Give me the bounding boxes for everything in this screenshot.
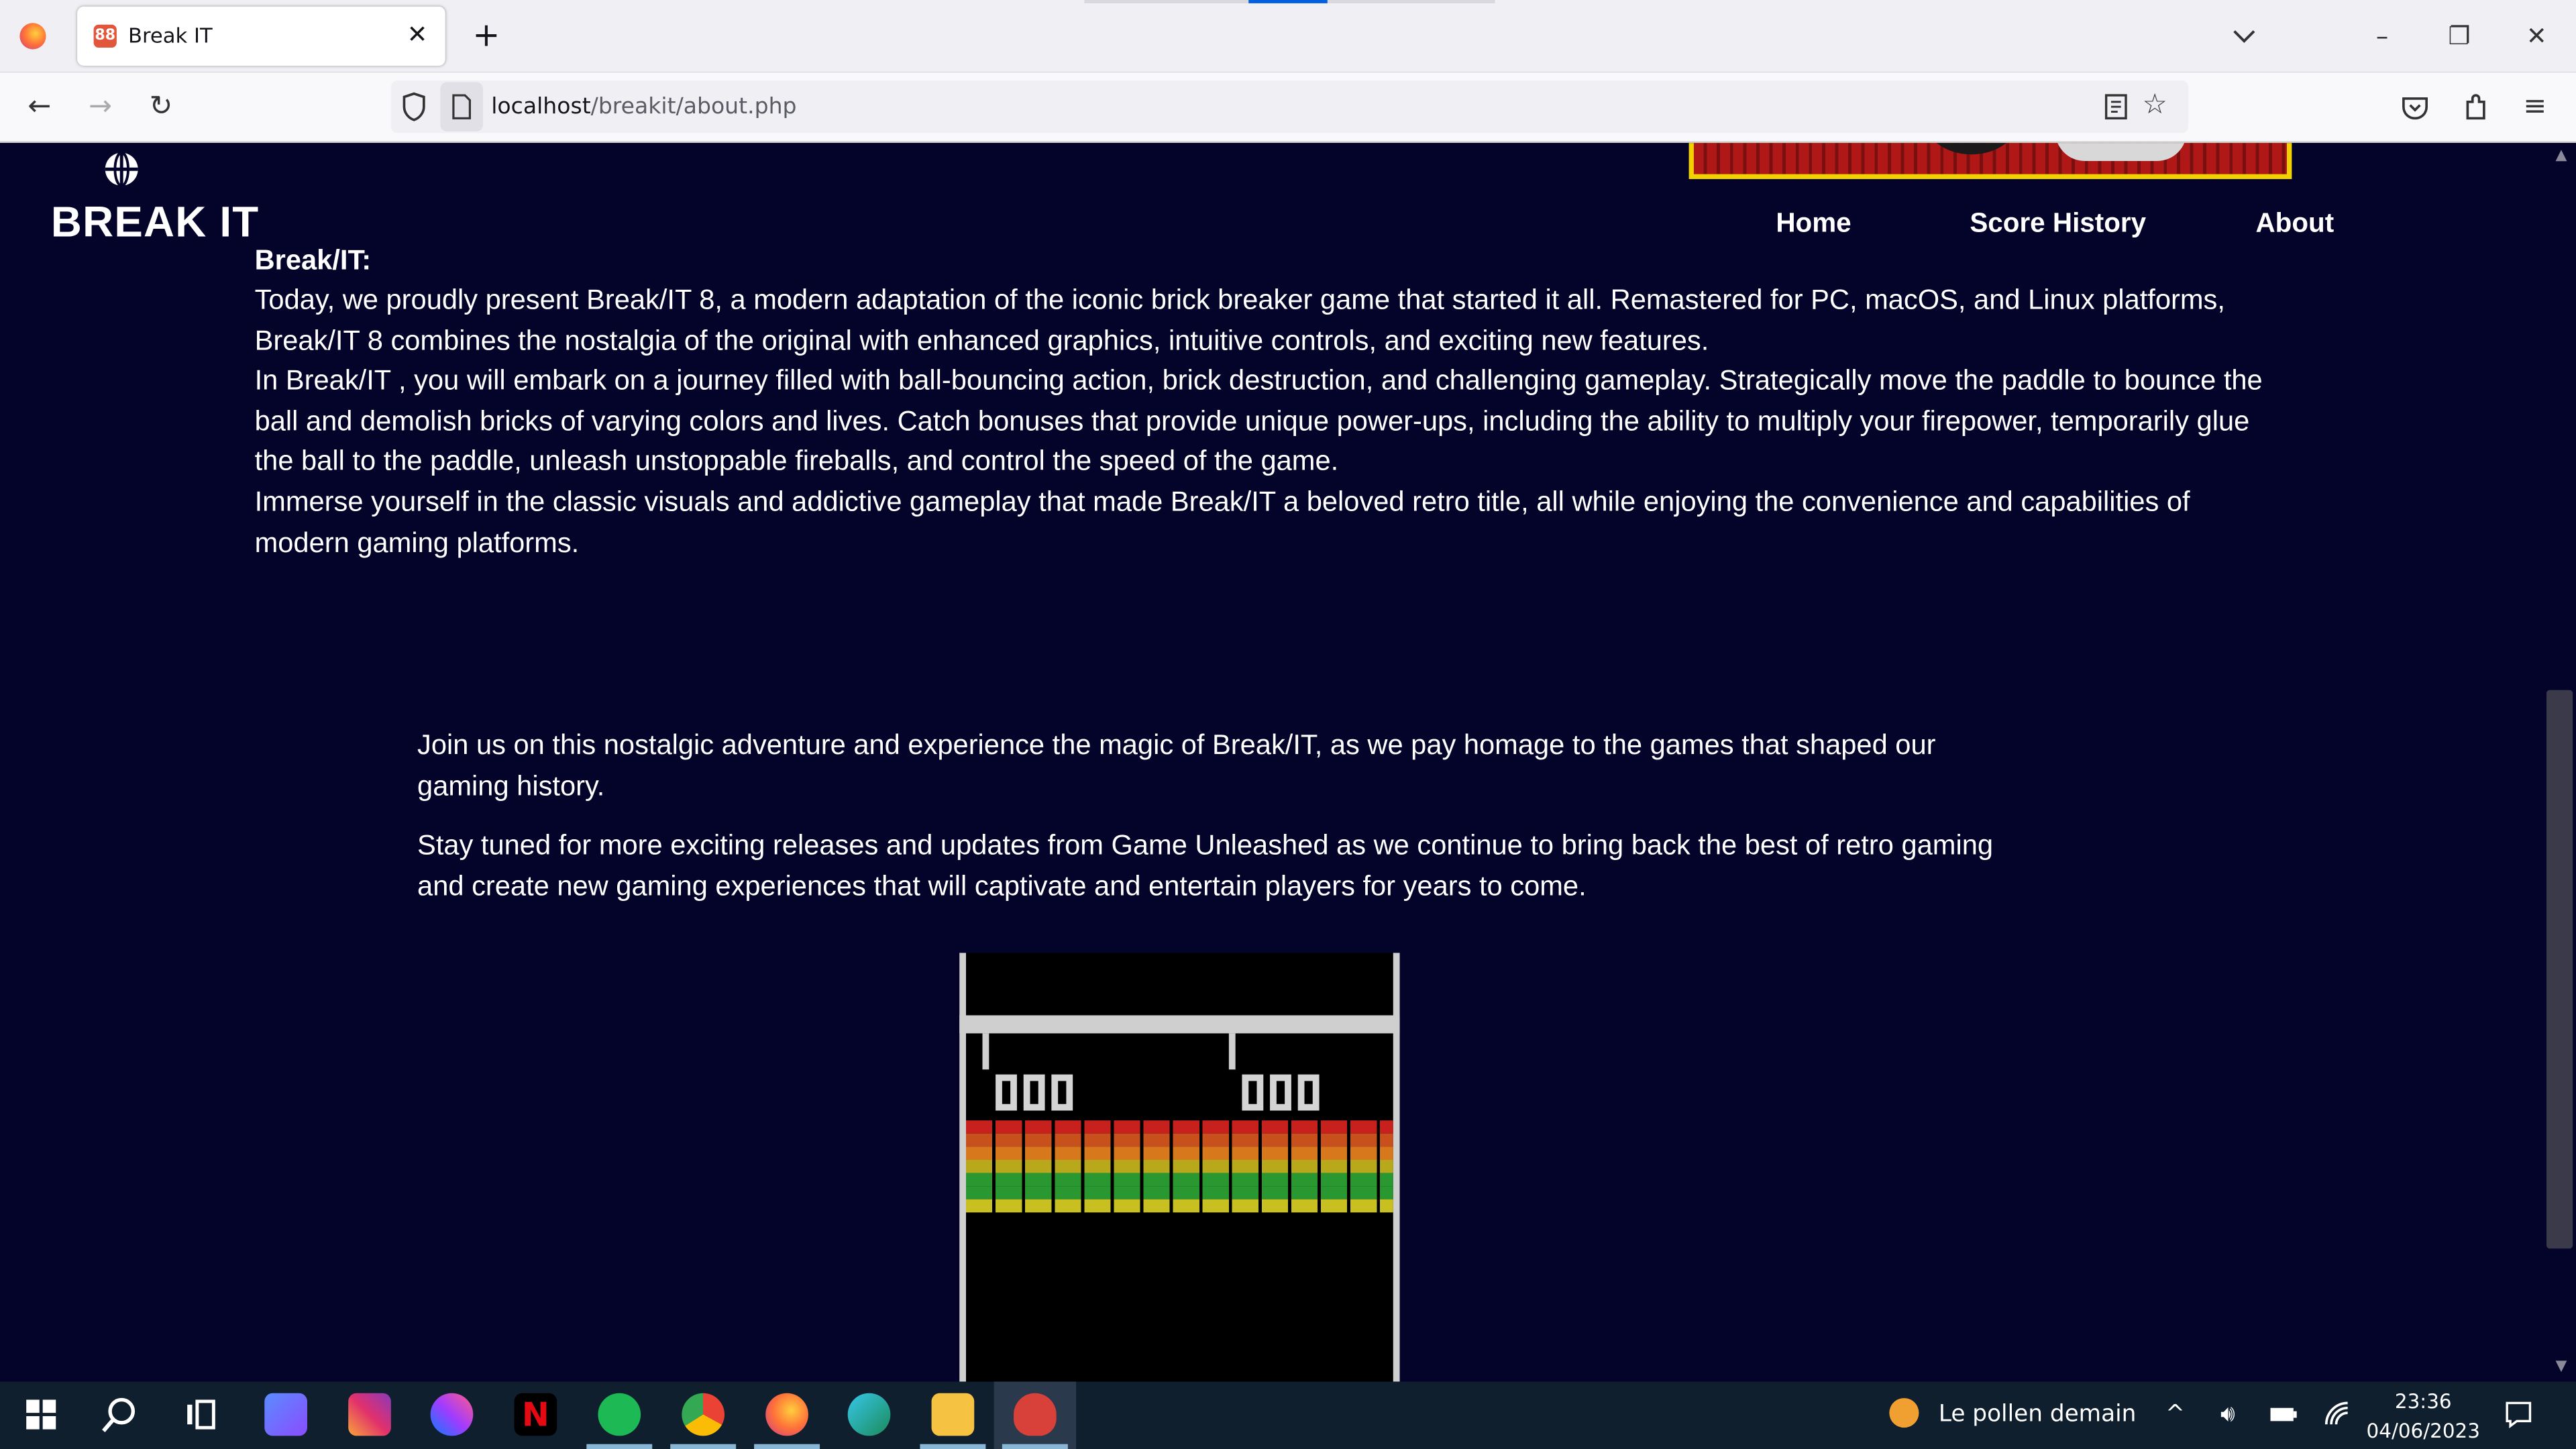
url-bar[interactable]: localhost/breakit/about.php ☆ <box>390 80 2189 133</box>
windows-start-icon[interactable] <box>19 1393 62 1436</box>
running-indicator <box>670 1444 737 1449</box>
cortana-icon[interactable] <box>264 1393 307 1436</box>
url-path: /breakit/about.php <box>590 93 797 120</box>
show-hidden-icons-icon[interactable]: ^ <box>2159 1398 2192 1431</box>
system-clock[interactable]: 23:36 04/06/2023 <box>2366 1387 2481 1446</box>
player2-score <box>1242 1074 1326 1119</box>
tracking-shield-icon[interactable] <box>401 92 427 121</box>
search-icon[interactable] <box>99 1393 142 1436</box>
favicon-icon: 88 <box>93 24 117 48</box>
weather-text[interactable]: Le pollen demain <box>1939 1401 2137 1428</box>
page-info-icon[interactable] <box>440 82 484 131</box>
stay-tuned-paragraph: Stay tuned for more exciting releases an… <box>417 829 1994 902</box>
running-indicator <box>586 1444 653 1449</box>
volume-icon[interactable]: 🔊︎ <box>2211 1398 2244 1431</box>
player2-marker <box>1228 1033 1236 1070</box>
chrome-icon[interactable] <box>682 1393 725 1436</box>
nav-score-history-link[interactable]: Score History <box>1970 209 2146 240</box>
firefox-icon[interactable] <box>19 23 46 50</box>
reader-view-icon[interactable] <box>2103 92 2129 121</box>
brand-logo[interactable]: BREAK IT <box>51 197 259 248</box>
running-indicator <box>920 1444 986 1449</box>
player1-score <box>996 1074 1079 1119</box>
url-host: localhost <box>491 93 591 120</box>
clock-time: 23:36 <box>2394 1389 2452 1413</box>
weather-icon[interactable] <box>1889 1398 1919 1428</box>
nav-home-link[interactable]: Home <box>1776 209 1851 240</box>
visuals-paragraph: Immerse yourself in the classic visuals … <box>254 486 2190 558</box>
section-heading: Break/IT: <box>254 244 372 276</box>
intro-paragraph: Today, we proudly present Break/IT 8, a … <box>254 284 2225 356</box>
brick-wall <box>966 1120 1393 1213</box>
running-indicator <box>1002 1444 1068 1449</box>
brick-row <box>966 1173 1393 1187</box>
battery-icon[interactable] <box>2267 1398 2300 1431</box>
browser-tab[interactable]: 88 Break IT ✕ <box>77 6 445 66</box>
brick-row <box>966 1199 1393 1213</box>
brick-row <box>966 1133 1393 1147</box>
forward-icon[interactable]: → <box>82 89 118 125</box>
browser-tabbar: 88 Break IT ✕ + – ❐ ✕ <box>0 0 2576 72</box>
extensions-icon[interactable] <box>2458 89 2494 125</box>
player1-marker <box>982 1033 989 1070</box>
file-explorer-icon[interactable] <box>931 1393 975 1436</box>
reload-icon[interactable]: ↻ <box>143 89 179 125</box>
scroll-up-icon[interactable]: ▲ <box>2553 148 2569 164</box>
browser-navbar: ← → ↻ localhost/breakit/about.php ☆ ≡ <box>0 72 2576 144</box>
bookmark-star-icon[interactable]: ☆ <box>2142 89 2175 121</box>
back-icon[interactable]: ← <box>21 89 58 125</box>
restore-icon[interactable]: ❐ <box>2436 16 2483 56</box>
spotify-icon[interactable] <box>598 1393 641 1436</box>
new-tab-button[interactable]: + <box>468 16 504 52</box>
nav-about-link[interactable]: About <box>2255 209 2334 240</box>
messenger-icon[interactable] <box>430 1393 474 1436</box>
brick-row <box>966 1120 1393 1134</box>
adventure-paragraph: Join us on this nostalgic adventure and … <box>417 729 1936 801</box>
window-close-icon[interactable]: ✕ <box>2514 16 2560 56</box>
breakout-screenshot <box>959 953 1400 1382</box>
running-indicator <box>754 1444 820 1449</box>
brick-row <box>966 1146 1393 1160</box>
globe-logo-icon <box>105 151 138 187</box>
list-all-tabs-icon[interactable] <box>2228 19 2261 52</box>
game-cover-image <box>1688 143 2292 179</box>
clock-date: 04/06/2023 <box>2366 1419 2480 1443</box>
window-drag-indicator <box>1084 0 1495 3</box>
close-tab-icon[interactable]: ✕ <box>402 19 432 49</box>
edge-icon[interactable] <box>847 1393 891 1436</box>
url-text[interactable]: localhost/breakit/about.php <box>491 94 796 120</box>
scrollbar-thumb[interactable] <box>2546 690 2573 1249</box>
page-viewport: BREAK IT Home Score History About Break/… <box>0 143 2546 1382</box>
gameplay-paragraph: In Break/IT , you will embark on a journ… <box>254 364 2263 477</box>
xampp-icon[interactable] <box>1014 1393 1057 1436</box>
minimize-icon[interactable]: – <box>2359 16 2406 56</box>
brick-row <box>966 1186 1393 1199</box>
netflix-icon[interactable]: N <box>514 1393 557 1436</box>
scroll-down-icon[interactable]: ▼ <box>2553 1358 2569 1375</box>
menu-icon[interactable]: ≡ <box>2517 89 2553 125</box>
notifications-icon[interactable] <box>2502 1398 2535 1431</box>
wifi-icon[interactable] <box>2321 1398 2354 1431</box>
task-view-icon[interactable] <box>180 1393 223 1436</box>
top-wall <box>959 1015 1400 1034</box>
windows-taskbar: N Le pollen demain ^ 🔊︎ 23:36 04/06/2023 <box>0 1381 2576 1449</box>
instagram-icon[interactable] <box>348 1393 391 1436</box>
tab-title: Break IT <box>128 23 213 48</box>
brick-row <box>966 1159 1393 1173</box>
firefox-taskbar-icon[interactable] <box>765 1393 808 1436</box>
pocket-icon[interactable] <box>2397 89 2433 125</box>
